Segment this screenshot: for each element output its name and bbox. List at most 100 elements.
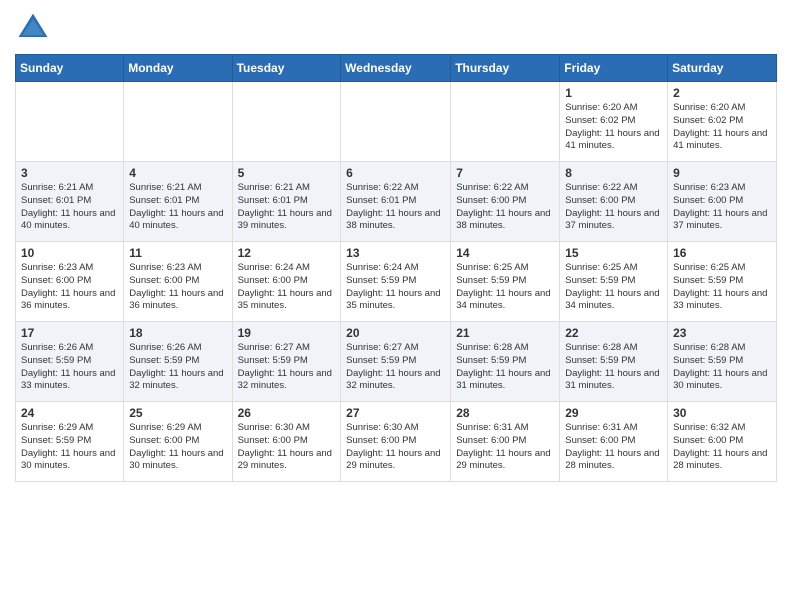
day-info: Sunrise: 6:28 AM Sunset: 5:59 PM Dayligh… — [565, 342, 662, 393]
day-info: Sunrise: 6:25 AM Sunset: 5:59 PM Dayligh… — [673, 262, 771, 313]
weekday-header: Monday — [124, 55, 232, 82]
day-number: 5 — [238, 166, 336, 180]
day-number: 2 — [673, 86, 771, 100]
day-info: Sunrise: 6:26 AM Sunset: 5:59 PM Dayligh… — [129, 342, 226, 393]
day-number: 15 — [565, 246, 662, 260]
day-info: Sunrise: 6:25 AM Sunset: 5:59 PM Dayligh… — [565, 262, 662, 313]
day-info: Sunrise: 6:27 AM Sunset: 5:59 PM Dayligh… — [238, 342, 336, 393]
calendar-week-row: 24 Sunrise: 6:29 AM Sunset: 5:59 PM Dayli… — [16, 402, 777, 482]
day-number: 10 — [21, 246, 118, 260]
calendar-cell: 15 Sunrise: 6:25 AM Sunset: 5:59 PM Dayli… — [560, 242, 668, 322]
calendar-cell: 3Sunrise: 6:21 AM Sunset: 6:01 PM Daylig… — [16, 162, 124, 242]
day-info: Sunrise: 6:23 AM Sunset: 6:00 PM Dayligh… — [129, 262, 226, 313]
weekday-header-row: SundayMondayTuesdayWednesdayThursdayFrid… — [16, 55, 777, 82]
day-info: Sunrise: 6:21 AM Sunset: 6:01 PM Dayligh… — [129, 182, 226, 233]
weekday-header: Tuesday — [232, 55, 341, 82]
day-number: 7 — [456, 166, 554, 180]
day-number: 18 — [129, 326, 226, 340]
calendar-cell: 7 Sunrise: 6:22 AM Sunset: 6:00 PM Daylig… — [451, 162, 560, 242]
weekday-header: Sunday — [16, 55, 124, 82]
day-info: Sunrise: 6:26 AM Sunset: 5:59 PM Dayligh… — [21, 342, 118, 393]
day-number: 1 — [565, 86, 662, 100]
day-number: 8 — [565, 166, 662, 180]
calendar-cell: 1 Sunrise: 6:20 AM Sunset: 6:02 PM Daylig… — [560, 82, 668, 162]
day-info: Sunrise: 6:29 AM Sunset: 5:59 PM Dayligh… — [21, 422, 118, 473]
calendar-cell: 6Sunrise: 6:22 AM Sunset: 6:01 PM Daylig… — [341, 162, 451, 242]
calendar-cell: 8 Sunrise: 6:22 AM Sunset: 6:00 PM Daylig… — [560, 162, 668, 242]
day-info: Sunrise: 6:22 AM Sunset: 6:00 PM Dayligh… — [456, 182, 554, 233]
day-number: 20 — [346, 326, 445, 340]
calendar-cell: 4 Sunrise: 6:21 AM Sunset: 6:01 PM Daylig… — [124, 162, 232, 242]
calendar-cell: 17 Sunrise: 6:26 AM Sunset: 5:59 PM Dayli… — [16, 322, 124, 402]
day-number: 24 — [21, 406, 118, 420]
weekday-header: Wednesday — [341, 55, 451, 82]
day-info: Sunrise: 6:21 AM Sunset: 6:01 PM Dayligh… — [238, 182, 336, 233]
day-info: Sunrise: 6:23 AM Sunset: 6:00 PM Dayligh… — [21, 262, 118, 313]
day-number: 9 — [673, 166, 771, 180]
day-number: 27 — [346, 406, 445, 420]
calendar-cell — [341, 82, 451, 162]
day-info: Sunrise: 6:22 AM Sunset: 6:01 PM Dayligh… — [346, 182, 445, 233]
day-number: 12 — [238, 246, 336, 260]
day-number: 19 — [238, 326, 336, 340]
calendar-cell — [451, 82, 560, 162]
calendar-cell — [16, 82, 124, 162]
calendar-cell: 16 Sunrise: 6:25 AM Sunset: 5:59 PM Dayli… — [668, 242, 777, 322]
calendar-cell: 12 Sunrise: 6:24 AM Sunset: 6:00 PM Dayli… — [232, 242, 341, 322]
calendar-cell: 2 Sunrise: 6:20 AM Sunset: 6:02 PM Daylig… — [668, 82, 777, 162]
calendar-week-row: 1 Sunrise: 6:20 AM Sunset: 6:02 PM Daylig… — [16, 82, 777, 162]
logo-icon — [15, 10, 51, 46]
calendar-cell: 10 Sunrise: 6:23 AM Sunset: 6:00 PM Dayli… — [16, 242, 124, 322]
day-number: 29 — [565, 406, 662, 420]
day-number: 26 — [238, 406, 336, 420]
weekday-header: Saturday — [668, 55, 777, 82]
day-number: 22 — [565, 326, 662, 340]
day-number: 4 — [129, 166, 226, 180]
day-info: Sunrise: 6:23 AM Sunset: 6:00 PM Dayligh… — [673, 182, 771, 233]
day-info: Sunrise: 6:24 AM Sunset: 6:00 PM Dayligh… — [238, 262, 336, 313]
day-number: 3 — [21, 166, 118, 180]
calendar-cell: 28 Sunrise: 6:31 AM Sunset: 6:00 PM Dayli… — [451, 402, 560, 482]
day-number: 13 — [346, 246, 445, 260]
day-number: 17 — [21, 326, 118, 340]
day-info: Sunrise: 6:22 AM Sunset: 6:00 PM Dayligh… — [565, 182, 662, 233]
header — [15, 10, 777, 46]
calendar-cell: 13Sunrise: 6:24 AM Sunset: 5:59 PM Dayli… — [341, 242, 451, 322]
calendar-cell — [232, 82, 341, 162]
calendar-cell: 26Sunrise: 6:30 AM Sunset: 6:00 PM Dayli… — [232, 402, 341, 482]
calendar: SundayMondayTuesdayWednesdayThursdayFrid… — [15, 54, 777, 482]
calendar-cell: 14 Sunrise: 6:25 AM Sunset: 5:59 PM Dayli… — [451, 242, 560, 322]
calendar-cell: 27 Sunrise: 6:30 AM Sunset: 6:00 PM Dayli… — [341, 402, 451, 482]
day-info: Sunrise: 6:20 AM Sunset: 6:02 PM Dayligh… — [565, 102, 662, 153]
calendar-cell: 9 Sunrise: 6:23 AM Sunset: 6:00 PM Daylig… — [668, 162, 777, 242]
day-number: 30 — [673, 406, 771, 420]
day-info: Sunrise: 6:30 AM Sunset: 6:00 PM Dayligh… — [346, 422, 445, 473]
calendar-cell: 29Sunrise: 6:31 AM Sunset: 6:00 PM Dayli… — [560, 402, 668, 482]
calendar-cell: 20 Sunrise: 6:27 AM Sunset: 5:59 PM Dayli… — [341, 322, 451, 402]
day-info: Sunrise: 6:25 AM Sunset: 5:59 PM Dayligh… — [456, 262, 554, 313]
day-number: 28 — [456, 406, 554, 420]
calendar-cell: 25 Sunrise: 6:29 AM Sunset: 6:00 PM Dayli… — [124, 402, 232, 482]
day-info: Sunrise: 6:27 AM Sunset: 5:59 PM Dayligh… — [346, 342, 445, 393]
day-info: Sunrise: 6:28 AM Sunset: 5:59 PM Dayligh… — [456, 342, 554, 393]
calendar-week-row: 3 Sunrise: 6:21 AM Sunset: 6:01 PM Daylig… — [16, 162, 777, 242]
calendar-cell: 23 Sunrise: 6:28 AM Sunset: 5:59 PM Dayli… — [668, 322, 777, 402]
calendar-cell: 5 Sunrise: 6:21 AM Sunset: 6:01 PM Daylig… — [232, 162, 341, 242]
day-number: 25 — [129, 406, 226, 420]
calendar-cell: 18 Sunrise: 6:26 AM Sunset: 5:59 PM Dayli… — [124, 322, 232, 402]
day-number: 14 — [456, 246, 554, 260]
calendar-cell: 21Sunrise: 6:28 AM Sunset: 5:59 PM Dayli… — [451, 322, 560, 402]
calendar-cell: 22 Sunrise: 6:28 AM Sunset: 5:59 PM Dayli… — [560, 322, 668, 402]
calendar-cell: 11Sunrise: 6:23 AM Sunset: 6:00 PM Dayli… — [124, 242, 232, 322]
day-info: Sunrise: 6:29 AM Sunset: 6:00 PM Dayligh… — [129, 422, 226, 473]
page: SundayMondayTuesdayWednesdayThursdayFrid… — [0, 0, 792, 492]
day-info: Sunrise: 6:31 AM Sunset: 6:00 PM Dayligh… — [456, 422, 554, 473]
calendar-cell: 30Sunrise: 6:32 AM Sunset: 6:00 PM Dayli… — [668, 402, 777, 482]
day-number: 23 — [673, 326, 771, 340]
day-info: Sunrise: 6:20 AM Sunset: 6:02 PM Dayligh… — [673, 102, 771, 153]
calendar-week-row: 10 Sunrise: 6:23 AM Sunset: 6:00 PM Dayli… — [16, 242, 777, 322]
calendar-cell: 24 Sunrise: 6:29 AM Sunset: 5:59 PM Dayli… — [16, 402, 124, 482]
calendar-cell — [124, 82, 232, 162]
day-info: Sunrise: 6:28 AM Sunset: 5:59 PM Dayligh… — [673, 342, 771, 393]
day-number: 16 — [673, 246, 771, 260]
